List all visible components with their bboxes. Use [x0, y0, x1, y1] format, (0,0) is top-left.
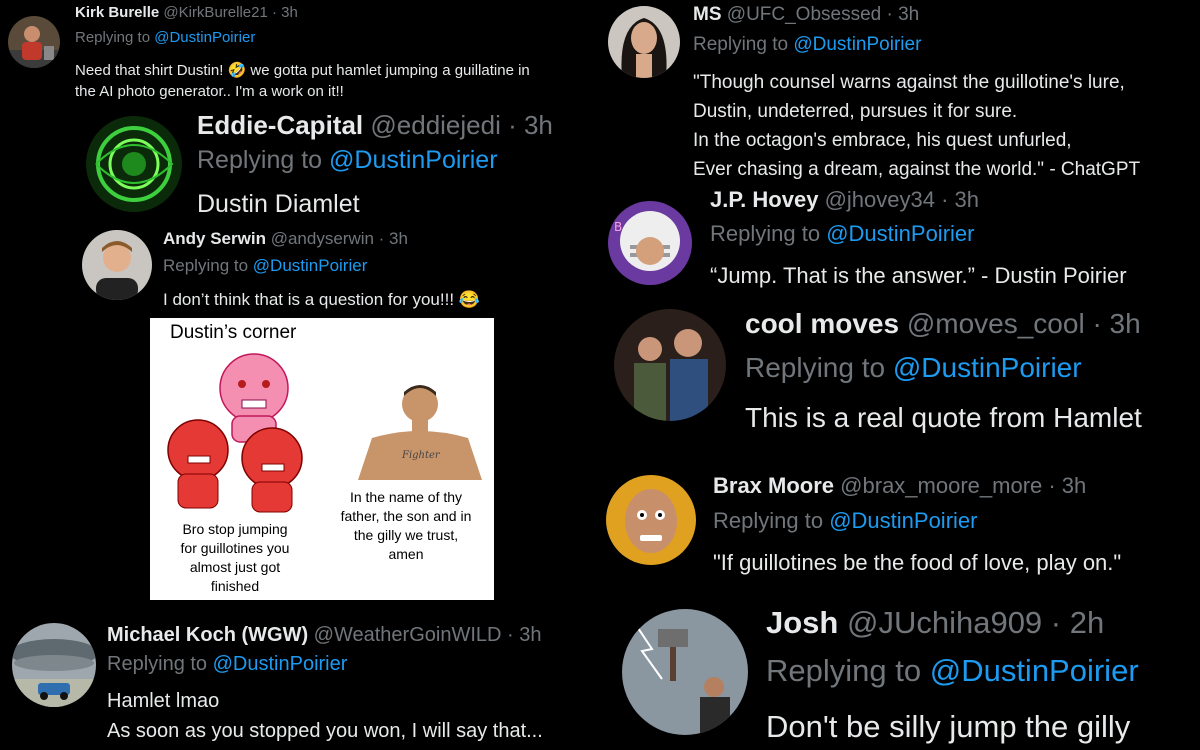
tweet-cool-moves[interactable]: cool moves @moves_cool · 3h Replying to …: [600, 305, 1200, 465]
avatar[interactable]: [82, 230, 152, 300]
avatar-photo-icon: [82, 230, 152, 300]
caption-line: the gilly we trust,: [353, 527, 459, 543]
mention-link[interactable]: @DustinPoirier: [829, 508, 977, 533]
avatar-photo-icon: [614, 309, 726, 421]
mention-link[interactable]: @DustinPoirier: [826, 221, 974, 246]
author-handle[interactable]: @JUchiha909 · 2h: [847, 605, 1104, 640]
replying-label: Replying to: [713, 508, 824, 533]
mention-link[interactable]: @DustinPoirier: [253, 256, 368, 275]
tweet-josh[interactable]: Josh @JUchiha909 · 2h Replying to @Dusti…: [600, 595, 1200, 750]
author-name[interactable]: cool moves: [745, 308, 899, 339]
fighter-portrait-icon: Fighter: [352, 376, 488, 480]
replying-label: Replying to: [163, 256, 249, 275]
tweet-brax-moore[interactable]: Brax Moore @brax_moore_more · 3h Replyin…: [600, 465, 1200, 595]
text-line: Ever chasing a dream, against the world.…: [693, 159, 1141, 180]
author-handle[interactable]: @eddiejedi · 3h: [370, 110, 553, 140]
avatar[interactable]: [622, 609, 748, 735]
author-name[interactable]: Eddie-Capital: [197, 110, 363, 140]
caption-line: for guillotines you: [180, 540, 290, 556]
angry-wojak-group-icon: [167, 353, 303, 513]
author-name[interactable]: MS: [693, 4, 722, 25]
author-name[interactable]: Josh: [766, 605, 838, 640]
avatar-football-helmet-icon: B: [608, 201, 692, 285]
avatar-thor-hammer-icon: [622, 609, 748, 735]
author-handle[interactable]: @WeatherGoinWILD · 3h: [314, 624, 542, 646]
author-name[interactable]: Andy Serwin: [163, 229, 266, 248]
caption-line: father, the son and in: [340, 508, 472, 524]
author-handle[interactable]: @KirkBurelle21 · 3h: [163, 4, 297, 21]
avatar-photo-icon: [8, 16, 60, 68]
tweet-text: Hamlet lmao: [107, 690, 220, 712]
mention-link[interactable]: @DustinPoirier: [893, 352, 1082, 383]
replying-label: Replying to: [107, 653, 208, 675]
caption-line: amen: [388, 546, 424, 562]
avatar-caricature-icon: [606, 475, 696, 565]
mention-link[interactable]: @DustinPoirier: [213, 653, 348, 675]
avatar-green-abstract-icon: [86, 116, 182, 212]
meme-title: Dustin’s corner: [170, 322, 297, 343]
replying-label: Replying to: [197, 146, 323, 174]
tweet-text: This is a real quote from Hamlet: [745, 402, 1142, 433]
author-name[interactable]: J.P. Hovey: [710, 187, 818, 212]
author-handle[interactable]: @brax_moore_more · 3h: [840, 473, 1086, 498]
tweet-text: Don't be silly jump the gilly: [766, 709, 1131, 744]
tweet-eddie-capital[interactable]: Eddie-Capital @eddiejedi · 3h Replying t…: [0, 108, 600, 223]
mention-link[interactable]: @DustinPoirier: [793, 34, 921, 55]
tweet-text: Dustin Diamlet: [197, 190, 360, 218]
avatar[interactable]: [86, 116, 182, 212]
avatar[interactable]: [8, 16, 60, 68]
chest-tattoo-text: Fighter: [401, 450, 441, 461]
text-line: In the octagon's embrace, his quest unfu…: [693, 130, 1072, 151]
tweet-text: “Jump. That is the answer.” - Dustin Poi…: [710, 263, 1127, 288]
tweet-text: "Though counsel warns against the guillo…: [693, 68, 1140, 184]
tweet-text: As soon as you stopped you won, I will s…: [107, 720, 543, 742]
caption-line: almost just got: [189, 559, 281, 575]
tweet-text: Need that shirt Dustin! 🤣 we gotta put h…: [75, 62, 530, 79]
text-line: Dustin, undeterred, pursues it for sure.: [693, 101, 1018, 122]
replying-label: Replying to: [710, 221, 821, 246]
avatar[interactable]: [614, 309, 726, 421]
avatar[interactable]: B: [608, 201, 692, 285]
caption-line: In the name of thy: [349, 489, 463, 505]
author-name[interactable]: Michael Koch (WGW): [107, 624, 308, 646]
avatar[interactable]: [606, 475, 696, 565]
tweet-michael-koch[interactable]: Michael Koch (WGW) @WeatherGoinWILD · 3h…: [0, 608, 600, 750]
author-handle[interactable]: @jhovey34 · 3h: [825, 187, 979, 212]
tweet-image-meme[interactable]: Dustin’s corner Fighter Bro stop jumping…: [150, 318, 494, 600]
replying-label: Replying to: [693, 34, 789, 55]
avatar[interactable]: [608, 6, 680, 78]
meme-left-caption: Bro stop jumping for guillotines you alm…: [156, 520, 314, 596]
replying-label: Replying to: [766, 653, 922, 688]
mention-link[interactable]: @DustinPoirier: [930, 653, 1139, 688]
meme-right-caption: In the name of thy father, the son and i…: [322, 488, 490, 564]
author-name[interactable]: Brax Moore: [713, 473, 834, 498]
caption-line: Bro stop jumping: [182, 521, 288, 537]
tweet-text: the AI photo generator.. I'm a work on i…: [75, 83, 344, 100]
author-name[interactable]: Kirk Burelle: [75, 4, 159, 21]
author-handle[interactable]: @moves_cool · 3h: [907, 308, 1141, 339]
avatar-storm-car-icon: [12, 623, 96, 707]
replying-label: Replying to: [745, 352, 886, 383]
avatar-photo-icon: [608, 6, 680, 78]
avatar[interactable]: [12, 623, 96, 707]
mention-link[interactable]: @DustinPoirier: [154, 29, 255, 46]
tweet-text: I don’t think that is a question for you…: [163, 290, 480, 309]
author-handle[interactable]: @UFC_Obsessed · 3h: [727, 4, 919, 25]
tweet-kirk-burelle[interactable]: Kirk Burelle @KirkBurelle21 · 3h Replyin…: [0, 0, 600, 108]
tweet-text: "If guillotines be the food of love, pla…: [713, 550, 1122, 575]
svg-text:B: B: [614, 220, 622, 234]
replying-label: Replying to: [75, 29, 151, 46]
author-handle[interactable]: @andyserwin · 3h: [271, 229, 408, 248]
tweet-jp-hovey[interactable]: B J.P. Hovey @jhovey34 · 3h Replying to …: [600, 185, 1200, 305]
mention-link[interactable]: @DustinPoirier: [329, 146, 497, 174]
tweet-ms[interactable]: MS @UFC_Obsessed · 3h Replying to @Dusti…: [600, 0, 1200, 185]
caption-line: finished: [210, 578, 260, 594]
text-line: "Though counsel warns against the guillo…: [693, 72, 1125, 93]
